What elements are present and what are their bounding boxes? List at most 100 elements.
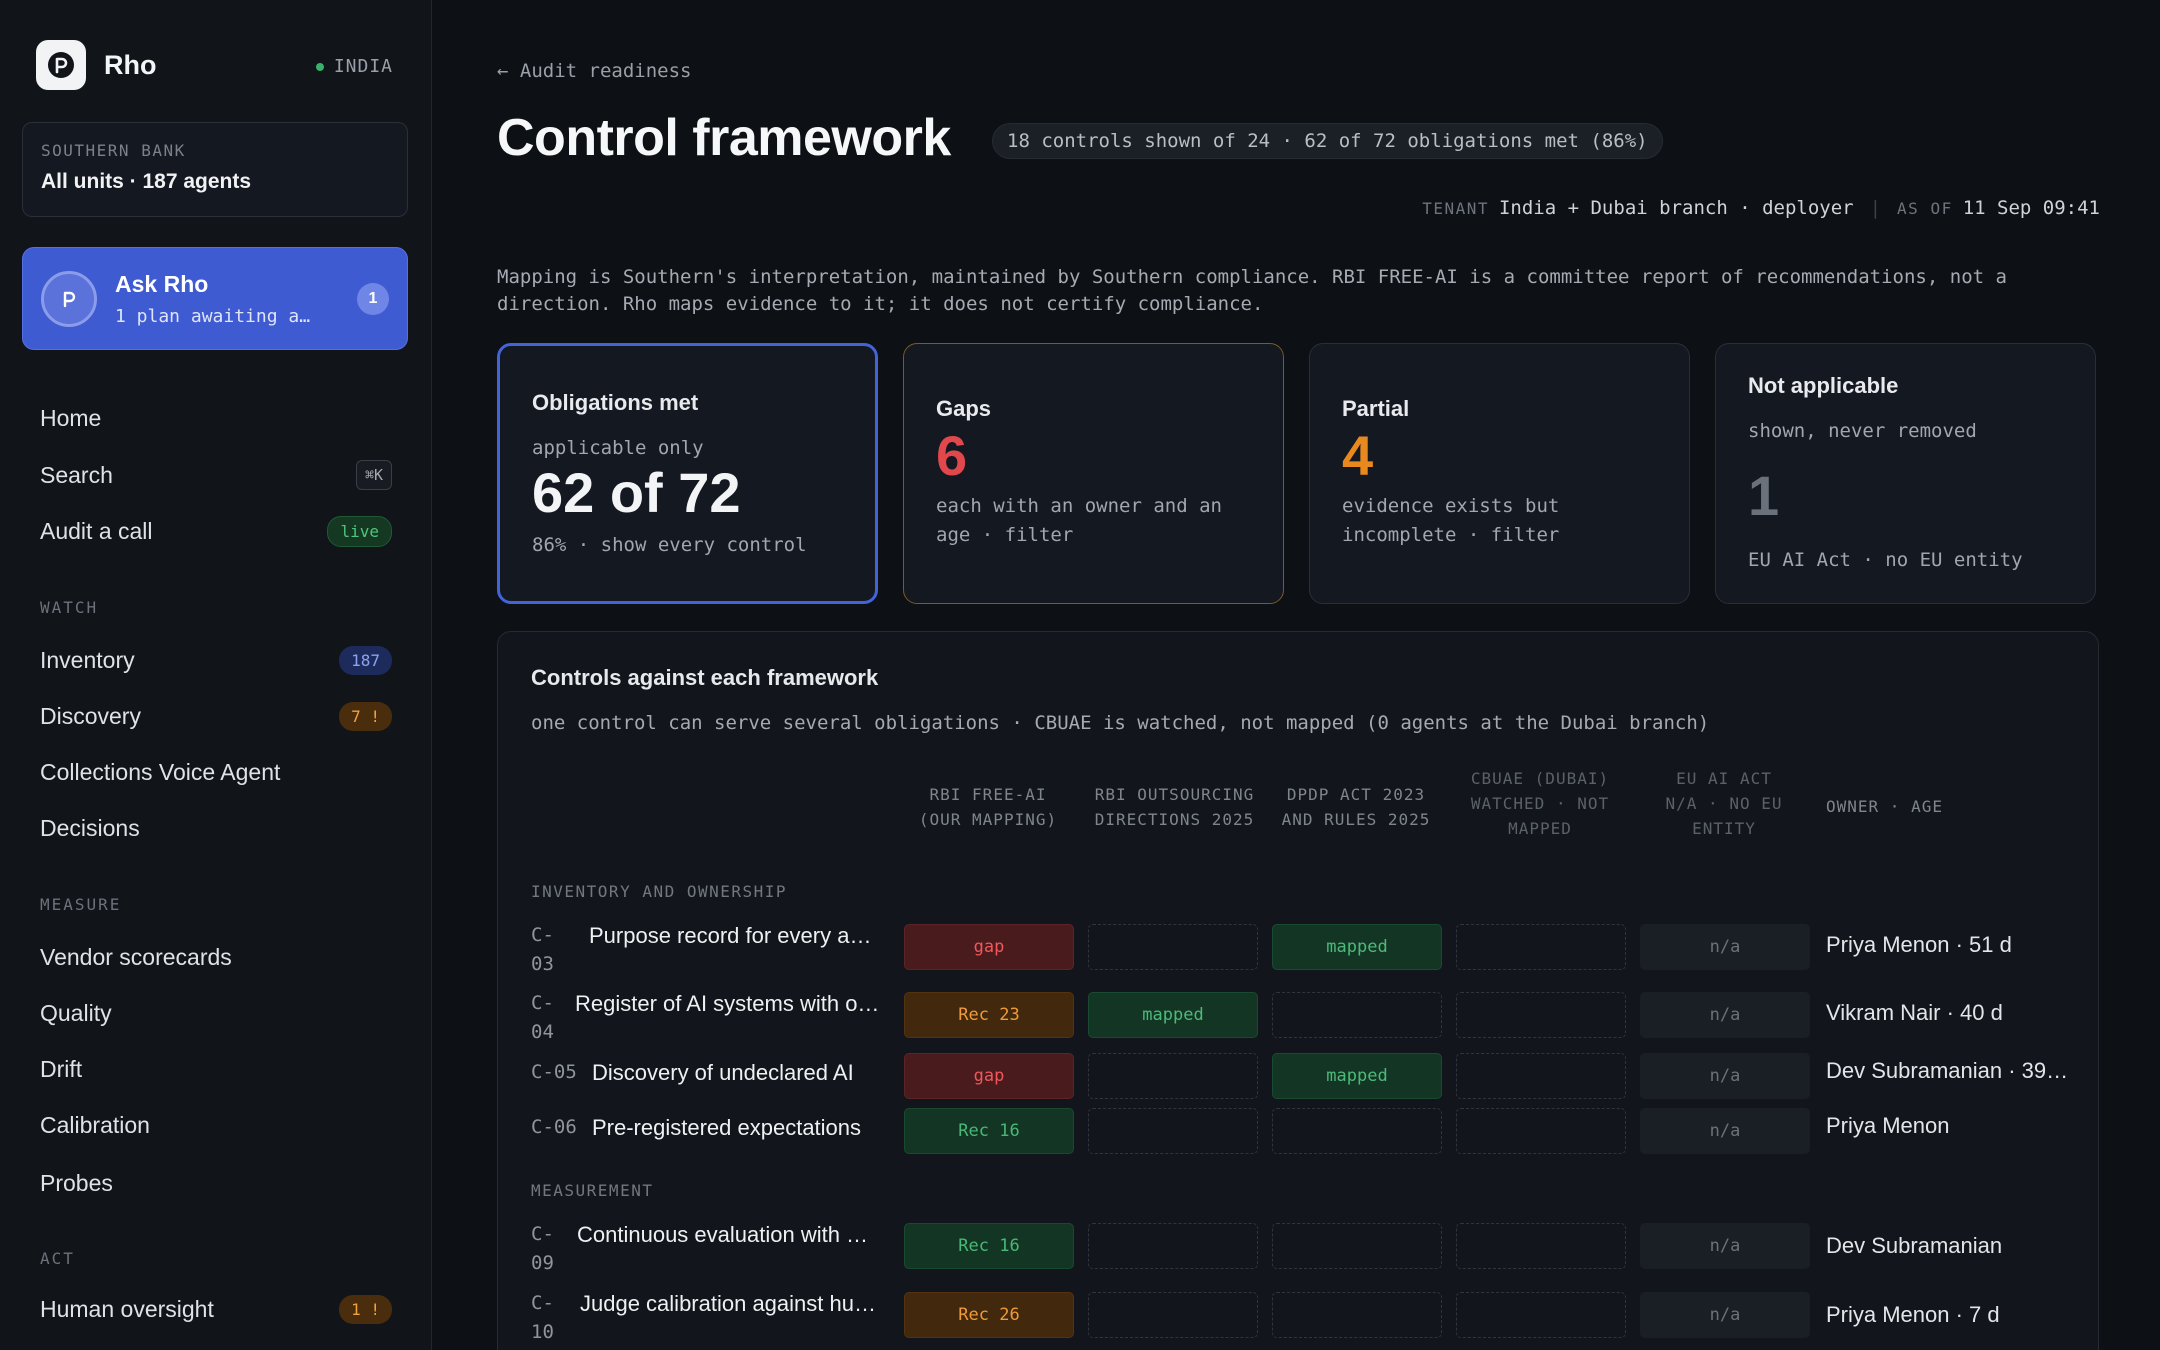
cell-dpdp[interactable] (1272, 992, 1442, 1038)
asof-key: AS OF (1897, 198, 1953, 218)
tenant-switcher[interactable]: SOUTHERN BANK All units · 187 agents (22, 122, 408, 217)
sidebar-item-audit[interactable]: Audit a call live (40, 511, 392, 551)
column-header-dpdp[interactable]: DPDP ACT 2023 AND RULES 2025 (1271, 782, 1441, 832)
cell-eu-ai-act: n/a (1640, 924, 1810, 970)
rho-avatar-icon (41, 270, 97, 327)
table-row[interactable]: C- 10 Judge calibration against hu… Rec … (531, 1289, 2071, 1345)
sidebar-item-drift[interactable]: Drift (40, 1049, 392, 1089)
divider: | (1869, 197, 1882, 219)
group-measurement: MEASUREMENT (531, 1181, 654, 1200)
ask-rho-count-badge: 1 (357, 282, 389, 315)
owner-age: Priya Menon · 51 d (1826, 932, 2012, 957)
cell-rbi-free-ai[interactable]: Rec 16 (904, 1108, 1074, 1154)
controls-summary-badge: 18 controls shown of 24 · 62 of 72 oblig… (992, 123, 1663, 159)
tenant-value: All units · 187 agents (41, 170, 252, 193)
cell-dpdp[interactable]: mapped (1272, 1053, 1442, 1099)
cell-rbi-outsourcing[interactable] (1088, 1053, 1258, 1099)
sidebar-item-decisions[interactable]: Decisions (40, 808, 392, 848)
control-id: C-05 (531, 1061, 577, 1083)
page-title: Control framework (497, 109, 951, 167)
column-header-cbuae[interactable]: CBUAE (DUBAI) WATCHED · NOT MAPPED (1455, 766, 1625, 841)
sidebar-item-label: Search (40, 461, 113, 488)
owner-age: Vikram Nair · 40 d (1826, 1000, 2003, 1025)
control-name: Register of AI systems with o… (575, 991, 880, 1016)
obligations-met-card[interactable]: Obligations met applicable only 62 of 72… (497, 343, 878, 604)
not-applicable-card[interactable]: Not applicable shown, never removed 1 EU… (1715, 343, 2096, 604)
cell-rbi-outsourcing[interactable] (1088, 924, 1258, 970)
brand[interactable]: Rho (36, 40, 156, 90)
sidebar-item-calibration[interactable]: Calibration (40, 1105, 392, 1145)
table-row[interactable]: C-05 Discovery of undeclared AI gap mapp… (531, 1050, 2071, 1106)
sidebar-item-probes[interactable]: Probes (40, 1163, 392, 1203)
partial-value: 4 (1342, 424, 1374, 487)
column-header-label: OWNER · AGE (1826, 797, 1943, 816)
card-title: Partial (1342, 396, 1410, 421)
show-every-control-link[interactable]: 86% · show every control (532, 531, 843, 560)
not-applicable-value: 1 (1748, 464, 1780, 527)
column-header-rbi-outsourcing[interactable]: RBI OUTSOURCING DIRECTIONS 2025 (1087, 782, 1262, 832)
column-header-owner-age[interactable]: OWNER · AGE (1826, 794, 1943, 819)
partial-card[interactable]: Partial 4 evidence exists but incomplete… (1309, 343, 1690, 604)
panel-subtitle: one control can serve several obligation… (531, 712, 1710, 734)
app-name: Rho (104, 49, 157, 80)
cell-rbi-outsourcing[interactable] (1088, 1292, 1258, 1338)
cell-dpdp[interactable] (1272, 1108, 1442, 1154)
card-title: Gaps (936, 396, 992, 421)
cell-rbi-free-ai[interactable]: Rec 26 (904, 1292, 1074, 1338)
column-header-eu-ai-act[interactable]: EU AI ACT N/A · NO EU ENTITY (1639, 766, 1809, 841)
cell-rbi-outsourcing[interactable] (1088, 1223, 1258, 1269)
sidebar-item-label: Calibration (40, 1111, 150, 1138)
sidebar-item-inventory[interactable]: Inventory 187 (40, 640, 392, 680)
cell-rbi-free-ai[interactable]: gap (904, 1053, 1074, 1099)
cell-rbi-free-ai[interactable]: Rec 16 (904, 1223, 1074, 1269)
table-row[interactable]: C-06 Pre-registered expectations Rec 16 … (531, 1105, 2071, 1161)
sidebar-item-search[interactable]: Search ⌘K (40, 455, 392, 495)
sidebar-item-label: Probes (40, 1169, 113, 1196)
sidebar-item-collections[interactable]: Collections Voice Agent (40, 752, 392, 792)
sidebar-item-home[interactable]: Home (40, 398, 392, 438)
column-header-rbi-free-ai[interactable]: RBI FREE-AI (OUR MAPPING) (903, 782, 1073, 832)
nav-section-act: ACT (40, 1249, 75, 1268)
region-indicator[interactable]: INDIA (315, 56, 393, 77)
gaps-filter-text[interactable]: each with an owner and an age · filter (936, 492, 1251, 550)
table-row[interactable]: C- 04 Register of AI systems with o… Rec… (531, 989, 2071, 1045)
sidebar-item-label: Audit a call (40, 517, 153, 544)
control-name: Discovery of undeclared AI (592, 1060, 854, 1085)
asof-value: 11 Sep 09:41 (1962, 197, 2100, 219)
partial-filter-text[interactable]: evidence exists but incomplete · filter (1342, 492, 1657, 550)
tenant-kicker: SOUTHERN BANK (41, 141, 186, 160)
ask-rho-button[interactable]: Ask Rho 1 plan awaiting a… 1 (22, 247, 408, 350)
back-link[interactable]: ← Audit readiness (497, 60, 691, 82)
sidebar-item-label: Inventory (40, 646, 135, 673)
owner-age: Priya Menon (1826, 1113, 1950, 1138)
sidebar-item-human-oversight[interactable]: Human oversight 1 ! (40, 1289, 392, 1329)
gaps-card[interactable]: Gaps 6 each with an owner and an age · f… (903, 343, 1284, 604)
table-row[interactable]: C- 03 Purpose record for every a… gap ma… (531, 921, 2071, 977)
region-label: INDIA (333, 56, 393, 77)
cell-dpdp[interactable]: mapped (1272, 924, 1442, 970)
cell-rbi-free-ai[interactable]: gap (904, 924, 1074, 970)
table-row[interactable]: C- 09 Continuous evaluation with … Rec 1… (531, 1220, 2071, 1276)
owner-age: Dev Subramanian · 39… (1826, 1058, 2069, 1083)
sidebar-item-discovery[interactable]: Discovery 7 ! (40, 696, 392, 736)
sidebar-item-quality[interactable]: Quality (40, 993, 392, 1033)
cell-cbuae (1456, 992, 1626, 1038)
main-content: ← Audit readiness Control framework 18 c… (433, 0, 2160, 1350)
gaps-value: 6 (936, 424, 968, 487)
cell-rbi-outsourcing[interactable] (1088, 1108, 1258, 1154)
cell-eu-ai-act: n/a (1640, 1053, 1810, 1099)
cell-cbuae (1456, 1108, 1626, 1154)
sidebar-item-label: Human oversight (40, 1295, 214, 1322)
status-dot-icon (315, 62, 324, 71)
cell-dpdp[interactable] (1272, 1223, 1442, 1269)
control-name: Judge calibration against hu… (580, 1291, 876, 1316)
live-badge: live (327, 515, 392, 547)
control-name: Purpose record for every a… (589, 923, 872, 948)
cell-dpdp[interactable] (1272, 1292, 1442, 1338)
cell-rbi-outsourcing[interactable]: mapped (1088, 992, 1258, 1038)
nav-section-watch: WATCH (40, 598, 99, 617)
cell-rbi-free-ai[interactable]: Rec 23 (904, 992, 1074, 1038)
discovery-count-badge: 7 ! (339, 701, 392, 731)
oversight-count-badge: 1 ! (339, 1294, 392, 1324)
sidebar-item-vendor-scorecards[interactable]: Vendor scorecards (40, 937, 392, 977)
